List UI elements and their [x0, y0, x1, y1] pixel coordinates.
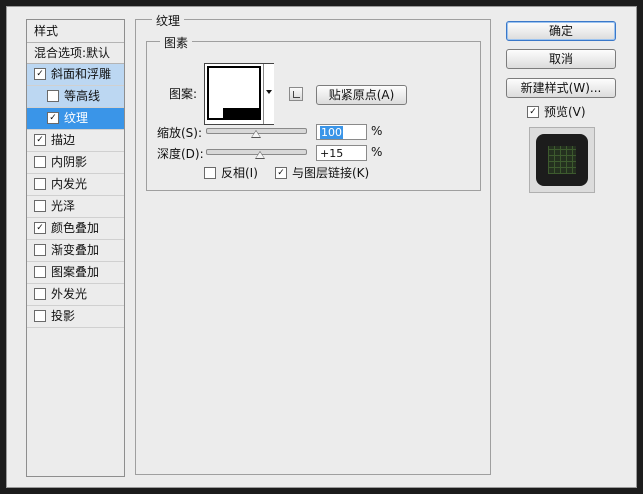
texture-panel-title: 纹理: [152, 12, 185, 29]
preview-grid-icon: [548, 146, 576, 174]
link-with-layer-checkbox[interactable]: ✓: [275, 166, 287, 179]
bevel-emboss-checkbox[interactable]: ✓: [34, 67, 46, 80]
style-item-contour[interactable]: 等高线: [27, 86, 124, 108]
layer-style-dialog: 样式 混合选项:默认 ✓ 斜面和浮雕 等高线 ✓ 纹理 ✓ 描边 内阴影 内发光 光泽…: [6, 6, 637, 488]
pattern-label: 图案:: [169, 87, 198, 101]
texture-checkbox[interactable]: ✓: [47, 111, 59, 124]
inner-glow-checkbox[interactable]: [34, 177, 46, 190]
invert-checkbox[interactable]: [204, 166, 216, 179]
pattern-picker[interactable]: [204, 63, 274, 125]
style-item-label: 外发光: [51, 287, 88, 301]
drop-shadow-checkbox[interactable]: [34, 309, 46, 322]
style-item-outer-glow[interactable]: 外发光: [27, 284, 124, 306]
link-with-layer-option[interactable]: ✓ 与图层链接(K): [275, 164, 369, 181]
style-item-inner-glow[interactable]: 内发光: [27, 174, 124, 196]
outer-glow-checkbox[interactable]: [34, 287, 46, 300]
depth-slider-thumb[interactable]: [255, 151, 265, 159]
scale-unit: %: [371, 124, 383, 138]
preview-option[interactable]: ✓ 预览(V): [527, 103, 586, 120]
style-item-label: 渐变叠加: [51, 243, 100, 257]
style-item-label: 图案叠加: [51, 265, 100, 279]
depth-input[interactable]: +15: [316, 145, 367, 161]
elements-group-title: 图素: [160, 34, 193, 51]
snap-to-origin-button[interactable]: 贴紧原点(A): [316, 85, 407, 105]
new-preset-from-pattern-icon[interactable]: [289, 87, 303, 101]
style-item-label: 投影: [51, 309, 76, 323]
preview-checkbox[interactable]: ✓: [527, 105, 539, 118]
style-preview-thumbnail: [529, 127, 595, 193]
gradient-overlay-checkbox[interactable]: [34, 243, 46, 256]
invert-option[interactable]: 反相(I): [204, 164, 258, 181]
style-item-gradient-overlay[interactable]: 渐变叠加: [27, 240, 124, 262]
satin-checkbox[interactable]: [34, 199, 46, 212]
style-item-inner-shadow[interactable]: 内阴影: [27, 152, 124, 174]
stroke-checkbox[interactable]: ✓: [34, 133, 46, 146]
scale-slider-thumb[interactable]: [251, 130, 261, 138]
blend-options-item[interactable]: 混合选项:默认: [27, 43, 124, 64]
pattern-dropdown-arrow-icon[interactable]: [263, 64, 274, 124]
style-item-texture[interactable]: ✓ 纹理: [27, 108, 124, 130]
style-item-label: 光泽: [51, 199, 76, 213]
depth-unit: %: [371, 145, 383, 159]
cancel-button[interactable]: 取消: [506, 49, 616, 69]
inner-shadow-checkbox[interactable]: [34, 155, 46, 168]
styles-header[interactable]: 样式: [27, 20, 124, 43]
style-item-label: 内发光: [51, 177, 88, 191]
style-item-label: 内阴影: [51, 155, 88, 169]
style-item-satin[interactable]: 光泽: [27, 196, 124, 218]
color-overlay-checkbox[interactable]: ✓: [34, 221, 46, 234]
styles-list: 样式 混合选项:默认 ✓ 斜面和浮雕 等高线 ✓ 纹理 ✓ 描边 内阴影 内发光 光泽…: [26, 19, 125, 477]
style-item-bevel-emboss[interactable]: ✓ 斜面和浮雕: [27, 64, 124, 86]
depth-label: 深度(D):: [157, 147, 204, 161]
new-style-button[interactable]: 新建样式(W)...: [506, 78, 616, 98]
style-item-stroke[interactable]: ✓ 描边: [27, 130, 124, 152]
style-item-label: 颜色叠加: [51, 221, 100, 235]
scale-input[interactable]: 100: [316, 124, 367, 140]
contour-checkbox[interactable]: [47, 89, 59, 102]
style-item-label: 描边: [51, 133, 76, 147]
style-item-drop-shadow[interactable]: 投影: [27, 306, 124, 328]
pattern-overlay-checkbox[interactable]: [34, 265, 46, 278]
style-item-label: 等高线: [64, 89, 101, 103]
pattern-swatch: [207, 66, 261, 120]
scale-label: 缩放(S):: [157, 126, 203, 140]
style-item-color-overlay[interactable]: ✓ 颜色叠加: [27, 218, 124, 240]
style-item-label: 斜面和浮雕: [51, 67, 112, 81]
ok-button[interactable]: 确定: [506, 21, 616, 41]
style-item-label: 纹理: [64, 111, 89, 125]
style-item-pattern-overlay[interactable]: 图案叠加: [27, 262, 124, 284]
